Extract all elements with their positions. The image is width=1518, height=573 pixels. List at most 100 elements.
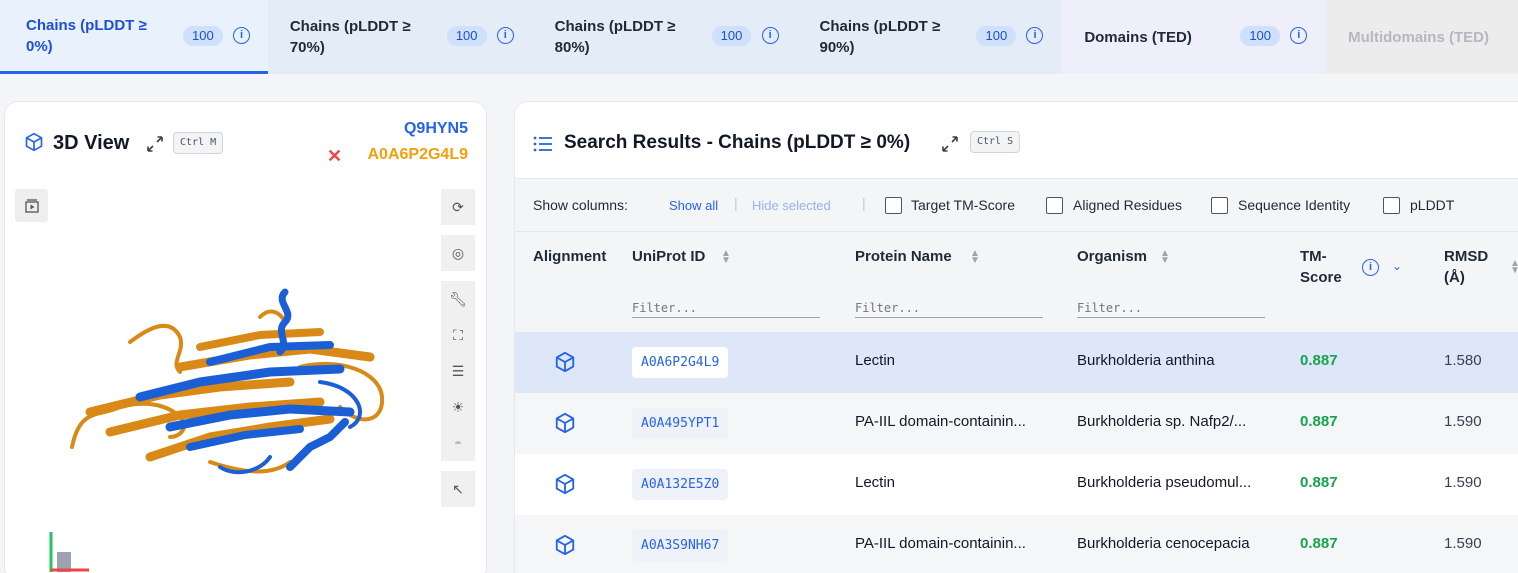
pointer-icon[interactable]: ↖ bbox=[441, 471, 475, 507]
column-header-organism[interactable]: Organism bbox=[1077, 246, 1147, 267]
tab-label-line2: 70%) bbox=[289, 39, 325, 56]
query-id: Q9HYN5 bbox=[403, 120, 468, 137]
cube-icon[interactable] bbox=[554, 351, 576, 373]
tab-domains-ted[interactable]: Domains (TED) 100 i bbox=[1062, 0, 1327, 74]
tab-label-line2: 90%) bbox=[819, 39, 855, 56]
show-all-link[interactable]: Show all bbox=[669, 198, 718, 213]
organism: Burkholderia anthina bbox=[1077, 352, 1215, 369]
protein-structure[interactable] bbox=[60, 287, 400, 487]
header-line: TM- bbox=[1300, 248, 1327, 265]
protein-name: Lectin bbox=[855, 352, 896, 369]
sort-icon[interactable]: ▲▼ bbox=[1510, 259, 1518, 276]
organism: Burkholderia cenocepacia bbox=[1077, 535, 1250, 552]
column-option-label: Aligned Residues bbox=[1073, 197, 1182, 213]
rmsd: 1.590 bbox=[1444, 413, 1482, 430]
table-row[interactable]: A0A3S9NH67 PA-IIL domain-containin... Bu… bbox=[515, 515, 1518, 573]
viewer-toolbar: ⟳ ◎ 🔧︎ ⛶ ☰ ☀ ◓ ↖ bbox=[441, 189, 475, 507]
tm-score: 0.887 bbox=[1300, 474, 1338, 491]
vr-icon[interactable]: ◓ bbox=[441, 425, 475, 461]
table-header: Alignment UniProt ID ▲▼ Protein Name ▲▼ … bbox=[515, 232, 1518, 332]
light-icon[interactable]: ☀ bbox=[441, 389, 475, 425]
organism: Burkholderia sp. Nafp2/... bbox=[1077, 413, 1247, 430]
shortcut-hint: Ctrl S bbox=[970, 131, 1021, 153]
protein-name: PA-IIL domain-containin... bbox=[855, 413, 1026, 430]
tab-label-line1: Chains (pLDDT ≥ bbox=[554, 18, 676, 35]
search-results-panel: Search Results - Chains (pLDDT ≥ 0%) Ctr… bbox=[514, 101, 1518, 573]
table-row[interactable]: A0A495YPT1 PA-IIL domain-containin... Bu… bbox=[515, 393, 1518, 454]
column-header-rmsd[interactable]: RMSD (Å) bbox=[1444, 246, 1488, 288]
checkbox-plddt[interactable] bbox=[1383, 197, 1400, 214]
hide-selected-link[interactable]: Hide selected bbox=[752, 198, 831, 213]
separator: | bbox=[862, 195, 866, 211]
checkbox-target-tm-score[interactable] bbox=[885, 197, 902, 214]
wrench-icon[interactable]: 🔧︎ bbox=[441, 281, 475, 317]
tab-label-line2: 80%) bbox=[554, 39, 590, 56]
sort-desc-icon[interactable]: ⌄ bbox=[1392, 259, 1402, 273]
tab-chains-80[interactable]: Chains (pLDDT ≥ 80%) 100 i bbox=[532, 0, 798, 74]
info-icon[interactable]: i bbox=[233, 27, 250, 44]
sort-icon[interactable]: ▲▼ bbox=[970, 249, 980, 266]
tab-label: Multidomains (TED) bbox=[1348, 28, 1489, 46]
rmsd: 1.590 bbox=[1444, 474, 1482, 491]
sort-icon[interactable]: ▲▼ bbox=[1160, 249, 1170, 266]
count-badge: 100 bbox=[1240, 26, 1281, 46]
column-header-uniprot[interactable]: UniProt ID bbox=[632, 246, 705, 267]
info-icon[interactable]: i bbox=[1362, 259, 1379, 276]
protein-name-filter-input[interactable] bbox=[855, 298, 1043, 318]
info-icon[interactable]: i bbox=[1026, 27, 1044, 44]
list-icon bbox=[533, 136, 552, 152]
tm-score: 0.887 bbox=[1300, 535, 1338, 552]
column-option-label: Target TM-Score bbox=[911, 197, 1015, 213]
fullscreen-icon[interactable]: ⛶ bbox=[441, 317, 475, 353]
cube-icon[interactable] bbox=[554, 473, 576, 495]
tab-label-line1: Chains (pLDDT ≥ bbox=[289, 18, 411, 35]
column-option-label: pLDDT bbox=[1410, 197, 1455, 213]
column-header-tm-score[interactable]: TM- Score bbox=[1300, 246, 1342, 288]
structure-viewer-panel: 3D View Ctrl M Q9HYN5 ✕ A0A6P2G4L9 ⟳ ◎ 🔧… bbox=[4, 101, 487, 573]
cube-icon[interactable] bbox=[554, 412, 576, 434]
tab-chains-70[interactable]: Chains (pLDDT ≥ 70%) 100 i bbox=[267, 0, 533, 74]
show-columns-label: Show columns: bbox=[533, 197, 628, 213]
table-row[interactable]: A0A132E5Z0 Lectin Burkholderia pseudomul… bbox=[515, 454, 1518, 515]
checkbox-aligned-residues[interactable] bbox=[1046, 197, 1063, 214]
tab-chains-90[interactable]: Chains (pLDDT ≥ 90%) 100 i bbox=[797, 0, 1063, 74]
info-icon[interactable]: i bbox=[1290, 27, 1308, 44]
header-line: (Å) bbox=[1444, 269, 1465, 286]
tab-label: Chains (pLDDT ≥ 70%) bbox=[290, 16, 430, 58]
uniprot-link[interactable]: A0A3S9NH67 bbox=[632, 530, 729, 561]
info-icon[interactable]: i bbox=[496, 27, 514, 44]
tab-chains-0[interactable]: Chains (pLDDT ≥ 0%) 100 i bbox=[0, 0, 268, 74]
camera-icon[interactable]: ◎ bbox=[441, 235, 475, 271]
sort-icon[interactable]: ▲▼ bbox=[721, 249, 731, 266]
target-id: A0A6P2G4L9 bbox=[367, 146, 469, 163]
expand-icon[interactable] bbox=[941, 135, 959, 153]
sliders-icon[interactable]: ☰ bbox=[441, 353, 475, 389]
expand-icon[interactable] bbox=[146, 135, 164, 153]
separator: | bbox=[734, 195, 738, 211]
column-header-protein-name[interactable]: Protein Name bbox=[855, 246, 952, 267]
uniprot-link[interactable]: A0A132E5Z0 bbox=[632, 469, 729, 500]
tab-label: Chains (pLDDT ≥ 0%) bbox=[26, 15, 166, 57]
column-option-label: Sequence Identity bbox=[1238, 197, 1351, 213]
cube-icon[interactable] bbox=[554, 534, 576, 556]
count-badge: 100 bbox=[976, 26, 1017, 46]
close-icon[interactable]: ✕ bbox=[327, 146, 342, 167]
column-header-alignment: Alignment bbox=[533, 248, 607, 265]
results-title: Search Results - Chains (pLDDT ≥ 0%) bbox=[564, 132, 911, 153]
tab-label: Chains (pLDDT ≥ 90%) bbox=[819, 16, 959, 58]
header-line: RMSD bbox=[1444, 248, 1489, 265]
uniprot-link[interactable]: A0A6P2G4L9 bbox=[632, 347, 729, 378]
animation-icon[interactable] bbox=[15, 189, 48, 222]
reset-icon[interactable]: ⟳ bbox=[441, 189, 475, 225]
table-row[interactable]: A0A6P2G4L9 Lectin Burkholderia anthina 0… bbox=[515, 332, 1518, 393]
uniprot-filter-input[interactable] bbox=[632, 298, 820, 318]
organism-filter-input[interactable] bbox=[1077, 298, 1265, 318]
count-badge: 100 bbox=[446, 26, 487, 46]
viewer-title: 3D View bbox=[53, 132, 130, 154]
tm-score: 0.887 bbox=[1300, 352, 1338, 369]
count-badge: 100 bbox=[711, 26, 752, 46]
info-icon[interactable]: i bbox=[761, 27, 779, 44]
checkbox-sequence-identity[interactable] bbox=[1211, 197, 1228, 214]
tab-label-line1: Chains (pLDDT ≥ bbox=[819, 18, 941, 35]
uniprot-link[interactable]: A0A495YPT1 bbox=[632, 408, 729, 439]
